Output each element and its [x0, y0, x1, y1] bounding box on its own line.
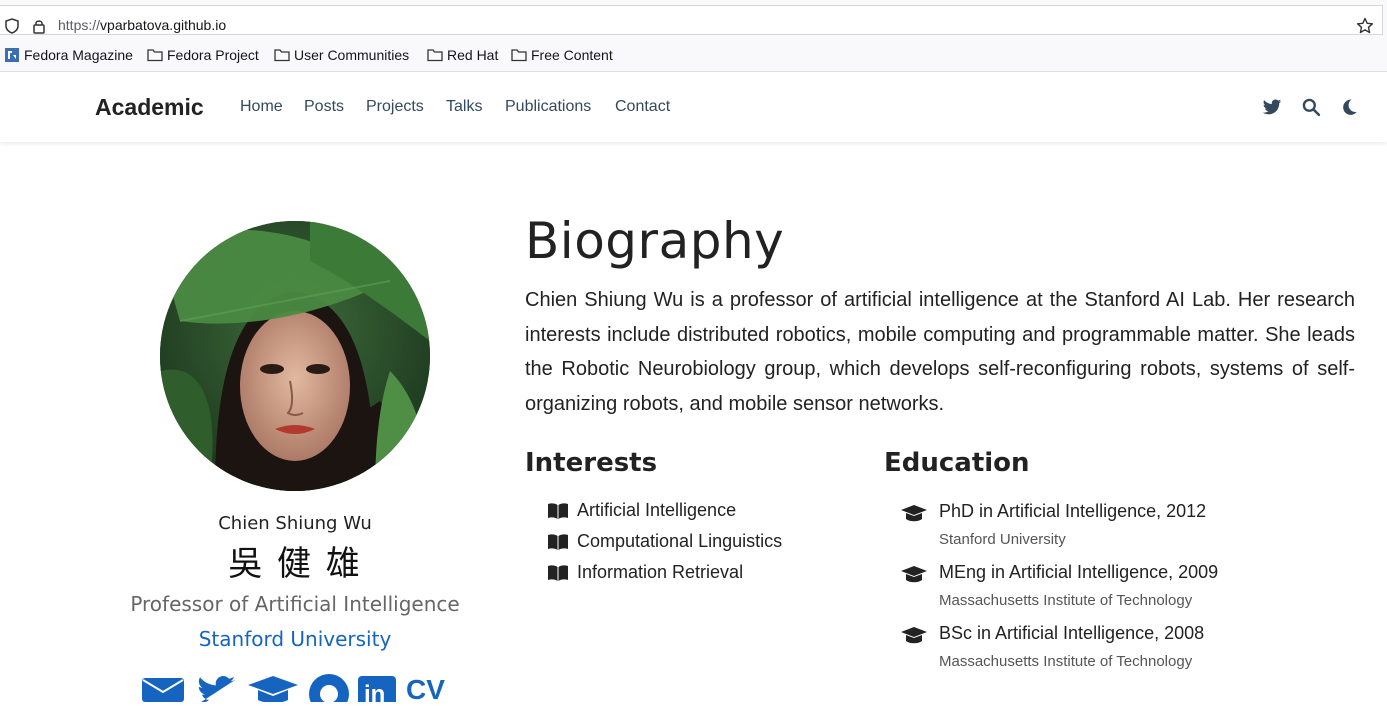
twitter-icon[interactable]	[195, 672, 237, 702]
address-bar[interactable]: https://vparbatova.github.io	[0, 5, 1383, 35]
bookmark-label: Free Content	[531, 47, 613, 63]
shield-icon[interactable]	[4, 18, 20, 34]
book-icon	[548, 533, 568, 550]
graduation-cap-icon	[901, 505, 927, 522]
cv-icon[interactable]: CV	[406, 674, 445, 705]
bookmark-fedora-project[interactable]: Fedora Project	[147, 47, 259, 63]
folder-icon	[147, 49, 163, 62]
biography-heading: Biography	[525, 212, 785, 270]
nav-link-posts[interactable]: Posts	[304, 98, 344, 116]
bookmark-label: Fedora Project	[167, 47, 259, 63]
education-institution: Stanford University	[939, 531, 1066, 548]
nav-link-contact[interactable]: Contact	[615, 98, 670, 116]
bookmark-label: Fedora Magazine	[24, 47, 133, 63]
education-institution: Massachusetts Institute of Technology	[939, 653, 1193, 670]
twitter-icon[interactable]	[1262, 97, 1282, 117]
interest-item: Information Retrieval	[547, 562, 743, 583]
education-heading: Education	[884, 448, 1030, 478]
bookmark-fedora-magazine[interactable]: Fedora Magazine	[4, 47, 133, 63]
education-degree: MEng in Artificial Intelligence, 2009	[939, 562, 1219, 582]
browser-toolbar: https://vparbatova.github.io	[0, 0, 1387, 40]
avatar-photo	[160, 221, 430, 491]
bookmark-user-communities[interactable]: User Communities	[274, 47, 409, 63]
biography-text: Chien Shiung Wu is a professor of artifi…	[525, 289, 1355, 415]
nav-link-publications[interactable]: Publications	[505, 98, 591, 116]
interests-heading: Interests	[525, 448, 658, 478]
folder-icon	[274, 49, 290, 62]
bookmark-label: User Communities	[294, 47, 410, 63]
profile-name-cjk: 吳 健 雄	[228, 544, 362, 584]
profile-name: Chien Shiung Wu	[218, 513, 372, 534]
site-brand[interactable]: Academic	[95, 94, 204, 121]
github-icon[interactable]	[308, 672, 350, 702]
folder-icon	[427, 49, 443, 62]
interest-item: Artificial Intelligence	[547, 500, 736, 521]
interest-item: Computational Linguistics	[547, 531, 782, 552]
book-icon	[548, 564, 568, 581]
nav-link-talks[interactable]: Talks	[446, 98, 482, 116]
bookmarks-bar: Fedora Magazine Fedora Project User Comm…	[0, 40, 1387, 72]
graduation-cap-icon	[901, 627, 927, 644]
folder-icon	[511, 49, 527, 62]
avatar	[160, 221, 430, 491]
lock-icon[interactable]	[31, 18, 47, 34]
fedora-magazine-icon	[5, 48, 19, 62]
education-institution: Massachusetts Institute of Technology	[939, 592, 1193, 609]
graduation-cap-icon[interactable]	[246, 672, 300, 702]
search-icon[interactable]	[1301, 97, 1321, 117]
svg-text:in: in	[364, 681, 385, 702]
graduation-cap-icon	[901, 566, 927, 583]
profile-organization[interactable]: Stanford University	[95, 627, 495, 651]
envelope-icon[interactable]	[141, 672, 185, 702]
profile-role: Professor of Artificial Intelligence	[130, 592, 460, 616]
site-navbar: Academic Home Posts Projects Talks Publi…	[0, 72, 1387, 142]
bookmark-star-icon[interactable]	[1356, 17, 1374, 35]
book-icon	[548, 502, 568, 519]
education-degree: BSc in Artificial Intelligence, 2008	[939, 623, 1205, 643]
bookmark-label: Red Hat	[447, 47, 499, 63]
moon-icon[interactable]	[1339, 97, 1359, 117]
url-text[interactable]: https://vparbatova.github.io	[58, 17, 226, 33]
nav-link-projects[interactable]: Projects	[366, 98, 424, 116]
bookmark-free-content[interactable]: Free Content	[511, 47, 613, 63]
bookmark-red-hat[interactable]: Red Hat	[427, 47, 498, 63]
linkedin-icon[interactable]: in	[358, 672, 396, 702]
education-degree: PhD in Artificial Intelligence, 2012	[939, 501, 1207, 521]
nav-link-home[interactable]: Home	[240, 98, 283, 116]
